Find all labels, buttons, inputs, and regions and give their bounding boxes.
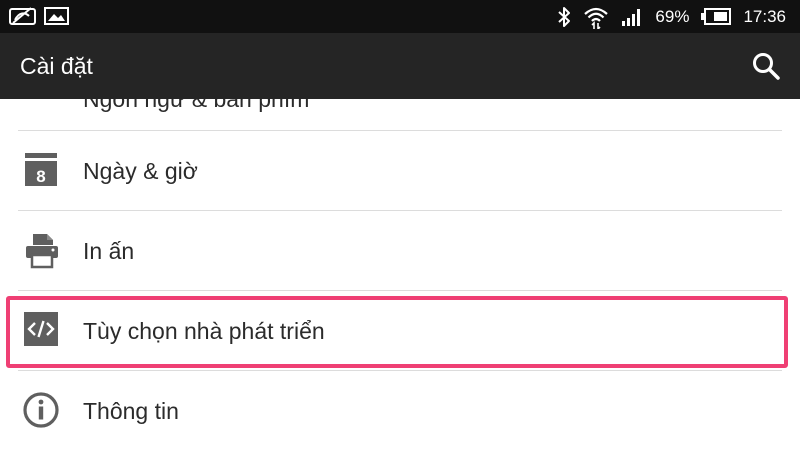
status-bar-left-icons xyxy=(9,6,69,26)
search-icon[interactable] xyxy=(751,51,781,81)
cell-signal-icon xyxy=(622,8,641,26)
settings-item-label: Ngôn ngữ & bàn phím xyxy=(83,99,310,112)
clock: 17:36 xyxy=(743,6,786,26)
page-title: Cài đặt xyxy=(20,53,93,79)
image-icon xyxy=(44,7,69,25)
status-bar-right: 69% 17:36 xyxy=(557,0,786,33)
settings-item-label: In ấn xyxy=(83,238,135,264)
settings-item-about[interactable]: Thông tin xyxy=(0,371,800,450)
app-bar: Cài đặt xyxy=(0,33,800,99)
settings-item-printing[interactable]: In ấn xyxy=(0,211,800,290)
calendar-icon-day: 8 xyxy=(36,167,45,186)
keyboard-icon xyxy=(23,99,61,118)
status-bar: 69% 17:36 xyxy=(0,0,800,33)
battery-icon xyxy=(701,8,732,25)
calendar-icon: 8 xyxy=(25,153,57,186)
settings-item-label: Thông tin xyxy=(83,398,179,424)
settings-item-language[interactable]: Ngôn ngữ & bàn phím xyxy=(0,99,800,129)
wifi-icon xyxy=(584,7,609,29)
printer-icon xyxy=(26,234,58,269)
battery-percent: 69% xyxy=(655,6,690,26)
settings-item-label: Tùy chọn nhà phát triển xyxy=(83,318,325,344)
settings-item-label: Ngày & giờ xyxy=(83,158,198,184)
settings-item-date-time[interactable]: 8 Ngày & giờ xyxy=(0,131,800,210)
signal-off-icon xyxy=(9,7,36,25)
bluetooth-icon xyxy=(558,6,571,27)
developer-code-icon xyxy=(24,312,58,346)
info-icon xyxy=(23,392,59,428)
settings-item-developer-options[interactable]: Tùy chọn nhà phát triển xyxy=(0,291,800,370)
settings-list: Ngôn ngữ & bàn phím 8 Ngày & giờ In ấn T… xyxy=(0,99,800,450)
